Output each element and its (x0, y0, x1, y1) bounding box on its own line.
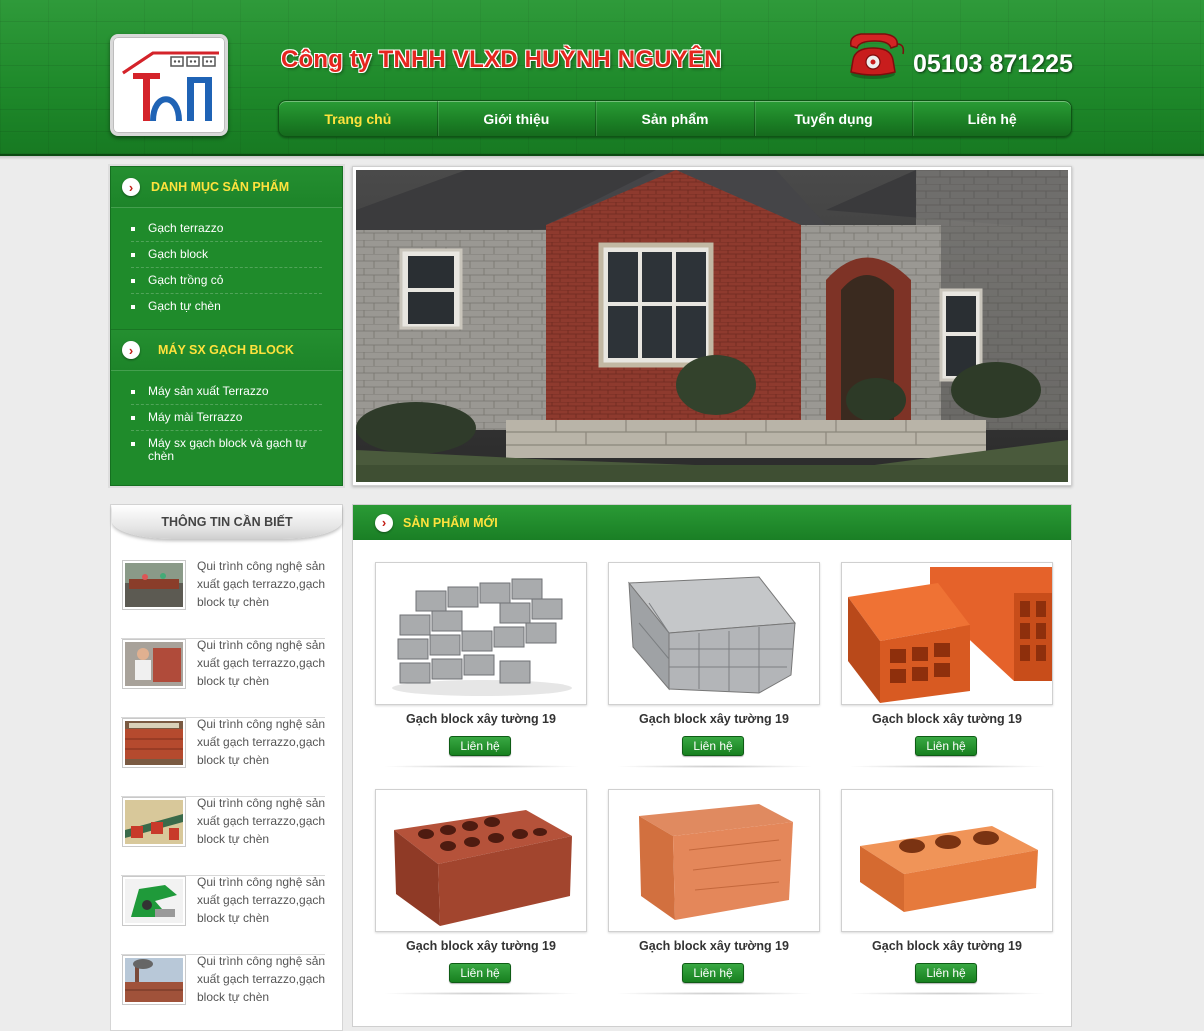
info-item[interactable]: Qui trình công nghệ sản xuất gạch terraz… (121, 717, 325, 797)
contact-button[interactable]: Liên hệ (915, 736, 977, 756)
card-divider (847, 992, 1047, 995)
machine-header: › MÁY SX GẠCH BLOCK (111, 330, 342, 371)
info-item-text: Qui trình công nghệ sản xuất gạch terraz… (197, 954, 326, 1004)
product-name[interactable]: Gạch block xây tường 19 (608, 712, 820, 726)
telephone-icon (845, 30, 907, 82)
nav-item-careers[interactable]: Tuyển dụng (755, 101, 914, 136)
info-title: THÔNG TIN CẦN BIẾT (112, 505, 342, 539)
site-header: Công ty TNHH VLXD HUỲNH NGUYÊN 05103 871… (0, 0, 1204, 160)
info-item[interactable]: Qui trình công nghệ sản xuất gạch terraz… (121, 559, 325, 639)
info-item-text: Qui trình công nghệ sản xuất gạch terraz… (197, 717, 326, 767)
nav-item-home[interactable]: Trang chủ (279, 101, 438, 136)
product-image[interactable] (375, 789, 587, 932)
product-card: Gạch block xây tường 19 Liên hệ (375, 562, 587, 768)
category-item-block[interactable]: Gạch block (131, 242, 322, 268)
info-item-text: Qui trình công nghệ sản xuất gạch terraz… (197, 559, 326, 609)
machine-item-terrazzo-production[interactable]: Máy sản xuất Terrazzo (131, 379, 322, 405)
product-image[interactable] (841, 562, 1053, 705)
contact-button[interactable]: Liên hệ (449, 963, 511, 983)
chevron-right-icon: › (122, 178, 140, 196)
machine-item-block-interlock[interactable]: Máy sx gạch block và gạch tự chèn (131, 431, 322, 469)
machine-item-terrazzo-grinding[interactable]: Máy mài Terrazzo (131, 405, 322, 431)
nav-item-products[interactable]: Sản phẩm (596, 101, 755, 136)
product-card: Gạch block xây tường 19 Liên hệ (608, 789, 820, 995)
category-header: › DANH MỤC SẢN PHẨM (111, 167, 342, 208)
info-item-text: Qui trình công nghệ sản xuất gạch terraz… (197, 796, 326, 846)
product-name[interactable]: Gạch block xây tường 19 (841, 712, 1053, 726)
info-item-text: Qui trình công nghệ sản xuất gạch terraz… (197, 638, 326, 688)
info-item[interactable]: Qui trình công nghệ sản xuất gạch terraz… (121, 796, 325, 876)
category-item-grass-brick[interactable]: Gạch trồng cỏ (131, 268, 322, 294)
info-thumbnail (122, 797, 186, 847)
product-name[interactable]: Gạch block xây tường 19 (375, 712, 587, 726)
card-divider (381, 992, 581, 995)
product-card: Gạch block xây tường 19 Liên hệ (375, 789, 587, 995)
product-image[interactable] (375, 562, 587, 705)
nav-item-contact[interactable]: Liên hệ (913, 101, 1071, 136)
info-thumbnail (122, 955, 186, 1005)
house-photo (356, 170, 1068, 482)
contact-button[interactable]: Liên hệ (682, 736, 744, 756)
product-card: Gạch block xây tường 19 Liên hệ (841, 789, 1053, 995)
info-item[interactable]: Qui trình công nghệ sản xuất gạch terraz… (121, 954, 325, 1031)
category-item-interlock[interactable]: Gạch tự chèn (131, 294, 322, 319)
product-image[interactable] (608, 562, 820, 705)
card-divider (847, 765, 1047, 768)
info-thumbnail (122, 718, 186, 768)
info-thumbnail (122, 639, 186, 689)
hotline-number[interactable]: 05103 871225 (913, 50, 1073, 79)
nav-item-about[interactable]: Giới thiệu (438, 101, 597, 136)
info-item[interactable]: Qui trình công nghệ sản xuất gạch terraz… (121, 875, 325, 955)
category-item-terrazzo[interactable]: Gạch terrazzo (131, 216, 322, 242)
card-divider (614, 992, 814, 995)
hero-banner[interactable] (352, 166, 1072, 486)
info-item-text: Qui trình công nghệ sản xuất gạch terraz… (197, 875, 326, 925)
new-products-header: › SẢN PHẨM MỚI (353, 505, 1071, 540)
new-products-title: SẢN PHẨM MỚI (403, 515, 498, 530)
new-products-panel: › SẢN PHẨM MỚI Gạch block xây tường 19 L… (352, 504, 1072, 1027)
info-thumbnail (122, 876, 186, 926)
product-card: Gạch block xây tường 19 Liên hệ (841, 562, 1053, 768)
info-thumbnail (122, 560, 186, 610)
logo-icon (122, 51, 219, 122)
main-navigation: Trang chủ Giới thiệu Sản phẩm Tuyển dụng… (278, 100, 1072, 137)
company-name: Công ty TNHH VLXD HUỲNH NGUYÊN (281, 46, 722, 73)
product-name[interactable]: Gạch block xây tường 19 (841, 939, 1053, 953)
product-name[interactable]: Gạch block xây tường 19 (608, 939, 820, 953)
contact-button[interactable]: Liên hệ (449, 736, 511, 756)
chevron-right-icon: › (375, 513, 393, 532)
product-name[interactable]: Gạch block xây tường 19 (375, 939, 587, 953)
contact-button[interactable]: Liên hệ (682, 963, 744, 983)
contact-button[interactable]: Liên hệ (915, 963, 977, 983)
machine-list: Máy sản xuất Terrazzo Máy mài Terrazzo M… (111, 371, 342, 479)
product-category-menu: › DANH MỤC SẢN PHẨM Gạch terrazzo Gạch b… (110, 166, 343, 486)
product-image[interactable] (608, 789, 820, 932)
info-panel: THÔNG TIN CẦN BIẾT Qui trình công nghệ s… (110, 504, 343, 1031)
category-list: Gạch terrazzo Gạch block Gạch trồng cỏ G… (111, 208, 342, 329)
category-title: DANH MỤC SẢN PHẨM (151, 180, 290, 194)
product-image[interactable] (841, 789, 1053, 932)
card-divider (614, 765, 814, 768)
chevron-right-icon: › (122, 341, 140, 359)
product-card: Gạch block xây tường 19 Liên hệ (608, 562, 820, 768)
company-logo[interactable] (110, 34, 228, 136)
info-item[interactable]: Qui trình công nghệ sản xuất gạch terraz… (121, 638, 325, 718)
machine-section: › MÁY SX GẠCH BLOCK Máy sản xuất Terrazz… (111, 329, 342, 479)
card-divider (381, 765, 581, 768)
machine-title: MÁY SX GẠCH BLOCK (158, 343, 294, 357)
